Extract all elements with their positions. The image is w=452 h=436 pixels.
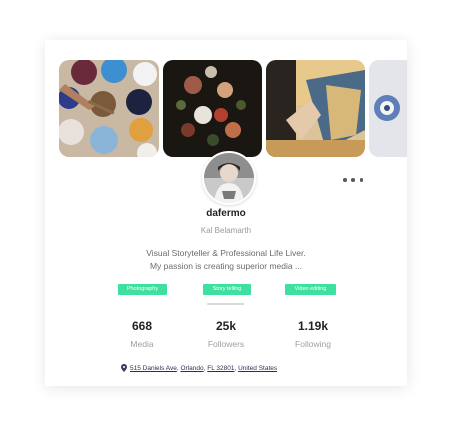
- real-name: Kal Belamarth: [200, 226, 252, 235]
- location-street-link[interactable]: 515 Daniels Ave: [130, 365, 177, 372]
- more-horizontal-icon: [343, 178, 347, 182]
- stat-media-label: Media: [130, 339, 154, 349]
- location-city-link[interactable]: Orlando: [180, 365, 203, 372]
- divider: [207, 303, 244, 305]
- location: 515 Daniels Ave, Orlando, FL 32801, Unit…: [121, 364, 277, 372]
- tag-story-telling[interactable]: Story telling: [203, 284, 251, 295]
- stat-media[interactable]: 668 Media: [102, 319, 182, 349]
- map-pin-icon: [121, 364, 127, 372]
- bio-line-2: My passion is creating superior media ..…: [149, 260, 303, 271]
- username: dafermo: [206, 208, 246, 219]
- bio: Visual Storyteller & Professional Life L…: [85, 247, 367, 272]
- stat-media-value: 668: [131, 319, 153, 333]
- gallery-image-painting[interactable]: [266, 60, 365, 157]
- stat-following-value: 1.19k: [297, 319, 329, 333]
- location-region-link[interactable]: FL 32801: [207, 365, 234, 372]
- tag-video-editing[interactable]: Video editing: [285, 284, 336, 295]
- stat-following-label: Following: [295, 339, 331, 349]
- gallery-image-blue-flower[interactable]: [369, 60, 407, 157]
- bio-line-1: Visual Storyteller & Professional Life L…: [146, 248, 306, 258]
- media-gallery: [59, 60, 407, 158]
- stat-following[interactable]: 1.19k Following: [273, 319, 353, 349]
- stat-followers-value: 25k: [215, 319, 237, 333]
- gallery-image-flowers[interactable]: [163, 60, 262, 157]
- more-options-button[interactable]: [343, 176, 363, 184]
- gallery-image-paint-pots[interactable]: [59, 60, 159, 157]
- profile-card: dafermo Kal Belamarth Visual Storyteller…: [45, 40, 407, 386]
- stat-followers-label: Followers: [207, 339, 245, 349]
- stat-followers[interactable]: 25k Followers: [186, 319, 266, 349]
- avatar[interactable]: [202, 151, 256, 205]
- tag-photography[interactable]: Photography: [118, 284, 167, 295]
- location-country-link[interactable]: United States: [238, 365, 277, 372]
